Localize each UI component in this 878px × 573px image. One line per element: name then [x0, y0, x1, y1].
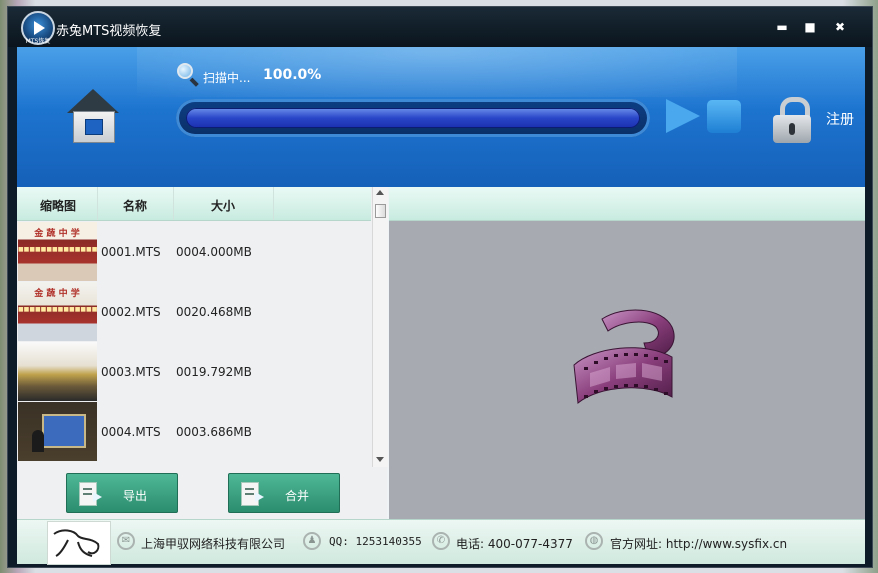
export-button-label: 导出	[123, 489, 148, 503]
app-logo-text: MTS恢复	[25, 38, 51, 45]
window-title: 赤兔MTS视频恢复	[56, 24, 162, 39]
file-size: 0004.000MB	[176, 245, 252, 259]
file-name: 0001.MTS	[101, 245, 161, 259]
file-list-panel: 缩略图 名称 大小 金 蔬 中 学 ■■■■■■■■■■■■■■■ 0001.M…	[17, 187, 388, 467]
action-button-area: 导出 合并	[17, 467, 387, 519]
globe-icon: ◍	[585, 532, 603, 550]
app-window: MTS恢复 赤兔MTS视频恢复 ▬ ■ ✖ 扫描中... 100.0% 注册 缩…	[7, 6, 873, 568]
list-item[interactable]: 金 蔬 中 学 ■■■■■■■■■■■■■■■ 0002.MTS 0020.46…	[17, 282, 371, 342]
file-list-header: 缩略图 名称 大小	[17, 187, 371, 221]
file-size: 0003.686MB	[176, 425, 252, 439]
column-header-name[interactable]: 名称	[123, 197, 147, 214]
client-area: 扫描中... 100.0% 注册 缩略图 名称 大小 金 蔬 中 学 ■■■■■…	[17, 47, 865, 565]
maximize-button[interactable]: ■	[801, 19, 819, 35]
video-preview-panel	[389, 187, 865, 519]
file-name: 0003.MTS	[101, 365, 161, 379]
scan-progress-bar	[176, 99, 650, 137]
column-header-thumbnail[interactable]: 缩略图	[40, 197, 76, 214]
scan-percent: 100.0%	[263, 67, 322, 83]
preview-header	[389, 187, 865, 221]
qq-number: QQ: 1253140355	[329, 535, 422, 548]
home-icon[interactable]	[67, 89, 119, 145]
scroll-thumb[interactable]	[375, 204, 386, 218]
file-size: 0019.792MB	[176, 365, 252, 379]
company-name: 上海甲驭网络科技有限公司	[141, 537, 286, 551]
export-button[interactable]: 导出	[66, 473, 178, 513]
column-header-size[interactable]: 大小	[211, 197, 235, 214]
export-icon	[79, 482, 102, 506]
phone-number: 电话: 400-077-4377	[456, 537, 573, 551]
video-thumbnail: 金 蔬 中 学 ■■■■■■■■■■■■■■■	[18, 222, 97, 281]
title-bar[interactable]: MTS恢复 赤兔MTS视频恢复 ▬ ■ ✖	[8, 7, 872, 47]
toolbar-header: 扫描中... 100.0% 注册	[17, 47, 865, 187]
list-item[interactable]: 0003.MTS 0019.792MB	[17, 342, 371, 402]
close-button[interactable]: ✖	[831, 19, 849, 35]
phone-icon: ✆	[432, 532, 450, 550]
list-item[interactable]: 0004.MTS 0003.686MB	[17, 402, 371, 462]
stop-icon[interactable]	[707, 100, 741, 133]
register-link[interactable]: 注册	[826, 109, 854, 129]
merge-button-label: 合并	[285, 489, 310, 503]
file-size: 0020.468MB	[176, 305, 252, 319]
lock-icon[interactable]	[771, 97, 813, 143]
app-logo-icon: MTS恢复	[21, 11, 55, 45]
file-name: 0004.MTS	[101, 425, 161, 439]
scroll-up-icon[interactable]	[376, 190, 384, 195]
scroll-down-icon[interactable]	[376, 457, 384, 462]
scan-progress-fill	[186, 108, 640, 128]
video-thumbnail	[18, 342, 97, 401]
company-icon: ✉	[117, 532, 135, 550]
scan-status-label: 扫描中...	[203, 71, 251, 85]
file-list: 金 蔬 中 学 ■■■■■■■■■■■■■■■ 0001.MTS 0004.00…	[17, 222, 371, 467]
film-reel-icon	[573, 309, 675, 404]
video-thumbnail: 金 蔬 中 学 ■■■■■■■■■■■■■■■	[18, 282, 97, 341]
minimize-button[interactable]: ▬	[773, 19, 791, 35]
footer-bar: ✉ 上海甲驭网络科技有限公司 ♟ QQ: 1253140355 ✆ 电话: 40…	[17, 519, 865, 565]
list-item[interactable]: 金 蔬 中 学 ■■■■■■■■■■■■■■■ 0001.MTS 0004.00…	[17, 222, 371, 282]
company-logo	[47, 521, 111, 565]
play-icon[interactable]	[666, 99, 700, 133]
merge-button[interactable]: 合并	[228, 473, 340, 513]
search-icon	[177, 63, 199, 87]
website-link[interactable]: 官方网址: http://www.sysfix.cn	[610, 535, 787, 552]
qq-icon: ♟	[303, 532, 321, 550]
list-scrollbar[interactable]	[372, 187, 388, 467]
file-name: 0002.MTS	[101, 305, 161, 319]
video-thumbnail	[18, 402, 97, 461]
merge-icon	[241, 482, 264, 506]
